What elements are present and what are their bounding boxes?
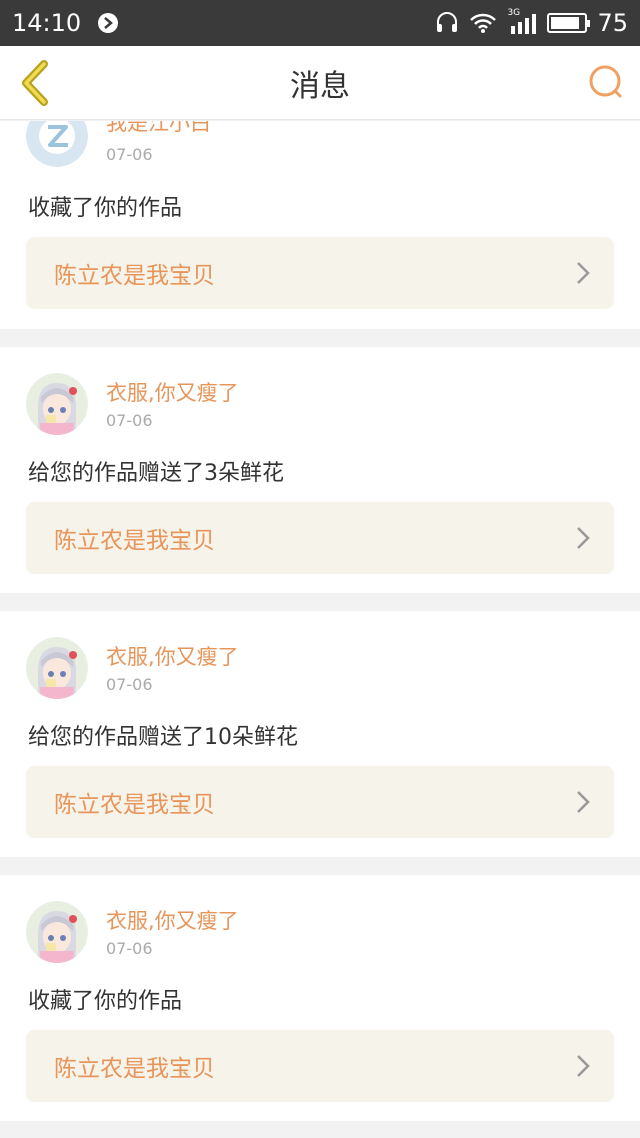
- chevron-right-icon: [577, 791, 590, 813]
- avatar[interactable]: [26, 637, 88, 699]
- back-button[interactable]: [14, 58, 54, 108]
- message-text: 给您的作品赠送了3朵鲜花: [28, 461, 284, 486]
- chevron-left-icon: [22, 60, 48, 106]
- search-button[interactable]: [586, 62, 626, 102]
- work-link[interactable]: 陈立农是我宝贝: [26, 502, 614, 574]
- network-type: 3G: [507, 8, 521, 18]
- avatar[interactable]: [26, 373, 88, 435]
- work-title: 陈立农是我宝贝: [54, 528, 215, 554]
- nav-bar: 消息: [0, 46, 640, 120]
- signal-icon: 3G: [507, 8, 537, 34]
- page-title: 消息: [290, 68, 350, 104]
- sender-name[interactable]: 衣服,你又瘦了: [106, 641, 239, 671]
- chevron-right-icon: [577, 262, 590, 284]
- message-date: 07-06: [106, 145, 153, 164]
- message-card: 衣服,你又瘦了 07-06 收藏了你的作品 陈立农是我宝贝: [0, 875, 640, 1121]
- avatar[interactable]: [26, 901, 88, 963]
- sender-name[interactable]: 衣服,你又瘦了: [106, 905, 239, 935]
- chevron-right-icon: [577, 527, 590, 549]
- message-date: 07-06: [106, 411, 153, 430]
- message-date: 07-06: [106, 675, 153, 694]
- battery-icon: [547, 13, 591, 33]
- message-card: 我是江小白 07-06 收藏了你的作品 陈立农是我宝贝: [0, 121, 640, 329]
- search-icon: [589, 65, 622, 98]
- message-card: 衣服,你又瘦了 07-06 给您的作品赠送了10朵鲜花 陈立农是我宝贝: [0, 611, 640, 857]
- avatar[interactable]: [26, 121, 88, 167]
- message-list[interactable]: 我是江小白 07-06 收藏了你的作品 陈立农是我宝贝 衣服,你又瘦了 07-0…: [0, 121, 640, 1138]
- work-title: 陈立农是我宝贝: [54, 1056, 215, 1082]
- headphones-icon: [435, 11, 459, 35]
- work-link[interactable]: 陈立农是我宝贝: [26, 1030, 614, 1102]
- chevron-right-icon: [577, 1055, 590, 1077]
- message-date: 07-06: [106, 939, 153, 958]
- work-title: 陈立农是我宝贝: [54, 792, 215, 818]
- message-text: 收藏了你的作品: [28, 196, 183, 221]
- battery-level: 75: [597, 9, 628, 37]
- work-link[interactable]: 陈立农是我宝贝: [26, 237, 614, 309]
- sender-name[interactable]: 我是江小白: [106, 121, 211, 137]
- work-link[interactable]: 陈立农是我宝贝: [26, 766, 614, 838]
- status-time: 14:10: [12, 9, 82, 37]
- status-bar: 14:10 3G 75: [0, 0, 640, 46]
- wifi-icon: [469, 12, 497, 34]
- message-card: 衣服,你又瘦了 07-06 给您的作品赠送了3朵鲜花 陈立农是我宝贝: [0, 347, 640, 593]
- message-text: 收藏了你的作品: [28, 989, 183, 1014]
- work-title: 陈立农是我宝贝: [54, 263, 215, 289]
- notification-icon: [97, 12, 119, 34]
- message-text: 给您的作品赠送了10朵鲜花: [28, 725, 298, 750]
- sender-name[interactable]: 衣服,你又瘦了: [106, 377, 239, 407]
